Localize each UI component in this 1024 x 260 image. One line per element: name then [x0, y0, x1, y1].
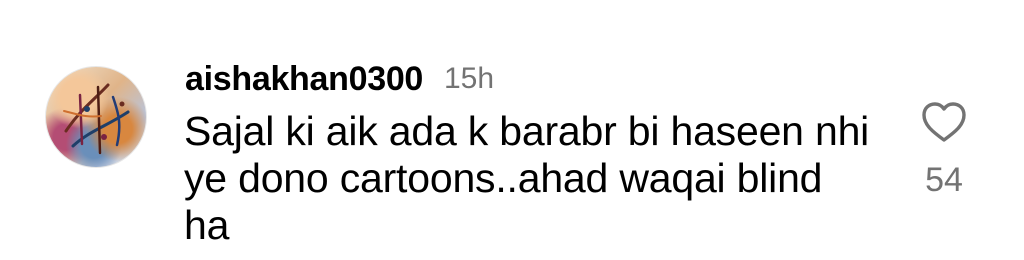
username[interactable]: aishakhan0300 [185, 58, 423, 100]
comment-item: aishakhan0300 15h Sajal ki aik ada k bar… [0, 0, 1024, 260]
timestamp: 15h [444, 62, 495, 95]
calligraphy-avatar-icon [63, 83, 130, 155]
comment-text: Sajal ki aik ada k barabr bi haseen nhi … [184, 108, 870, 248]
heart-outline-icon [922, 102, 966, 142]
like-button[interactable] [917, 96, 971, 150]
like-count[interactable]: 54 [920, 158, 968, 202]
avatar[interactable] [45, 66, 147, 168]
